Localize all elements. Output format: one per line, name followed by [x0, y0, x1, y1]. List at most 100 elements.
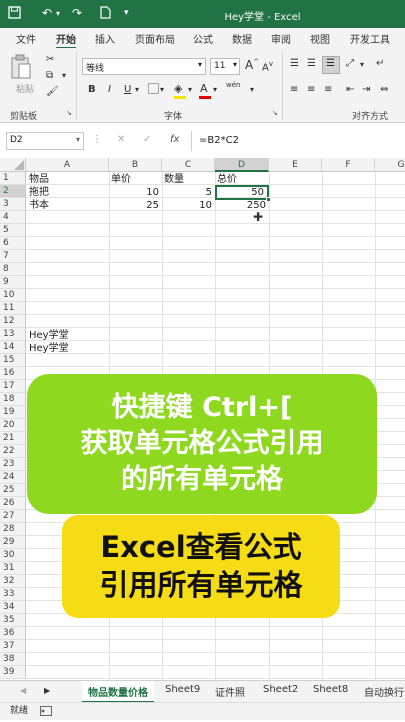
fill-color-icon[interactable]: ◈: [174, 82, 182, 95]
align-right-icon[interactable]: ≡: [324, 84, 332, 95]
sheet-tab[interactable]: 证件照: [215, 684, 245, 699]
row-header-18[interactable]: 18: [0, 393, 26, 406]
sheet-tab[interactable]: Sheet8: [313, 684, 348, 695]
grow-font-icon[interactable]: A^: [245, 58, 259, 72]
column-header-g[interactable]: G: [375, 158, 405, 172]
tab-developer[interactable]: 开发工具: [350, 31, 390, 46]
tab-formulas[interactable]: 公式: [193, 31, 213, 46]
row-header-15[interactable]: 15: [0, 354, 26, 367]
italic-button[interactable]: I: [108, 84, 111, 95]
cell-c1[interactable]: 数量: [164, 173, 184, 186]
row-header-36[interactable]: 36: [0, 627, 26, 640]
align-center-icon[interactable]: ≡: [307, 84, 315, 95]
tab-file[interactable]: 文件: [16, 31, 36, 46]
row-header-20[interactable]: 20: [0, 419, 26, 432]
row-header-6[interactable]: 6: [0, 237, 26, 250]
orientation-icon[interactable]: ⤢: [346, 58, 354, 69]
tab-view[interactable]: 视图: [310, 31, 330, 46]
row-header-34[interactable]: 34: [0, 601, 26, 614]
cell-a13[interactable]: Hey学堂: [29, 342, 69, 355]
merge-center-icon[interactable]: ⇔: [380, 84, 388, 95]
column-header-d[interactable]: D: [215, 158, 269, 172]
column-header-f[interactable]: F: [322, 158, 375, 172]
scroll-left-icon[interactable]: ◀: [20, 686, 26, 695]
cancel-icon[interactable]: ✕: [117, 134, 125, 145]
insert-function-icon[interactable]: fx: [170, 134, 179, 145]
row-header-32[interactable]: 32: [0, 575, 26, 588]
shrink-font-icon[interactable]: Av: [262, 60, 273, 73]
border-icon[interactable]: [148, 83, 159, 97]
sheet-tab[interactable]: Sheet2: [263, 684, 298, 695]
column-header-c[interactable]: C: [162, 158, 215, 172]
row-header-27[interactable]: 27: [0, 510, 26, 523]
row-header-1[interactable]: 1: [0, 172, 26, 185]
align-middle-icon[interactable]: ☰: [307, 58, 316, 69]
row-header-37[interactable]: 37: [0, 640, 26, 653]
underline-button[interactable]: U: [124, 84, 131, 95]
paste-icon[interactable]: [10, 54, 32, 83]
row-header-29[interactable]: 29: [0, 536, 26, 549]
row-header-21[interactable]: 21: [0, 432, 26, 445]
cell-a1[interactable]: 物品: [29, 173, 49, 186]
tab-home[interactable]: 开始: [56, 31, 76, 49]
row-header-2[interactable]: 2: [0, 185, 26, 198]
tab-data[interactable]: 数据: [232, 31, 252, 46]
copy-dropdown-icon[interactable]: ▾: [62, 71, 66, 80]
row-header-13[interactable]: 13: [0, 328, 26, 341]
phonetic-icon[interactable]: wén: [226, 81, 240, 89]
align-top-icon[interactable]: ☰: [290, 58, 299, 69]
wrap-text-icon[interactable]: ↵: [376, 58, 384, 69]
fill-color-dropdown-icon[interactable]: ▾: [188, 85, 192, 94]
row-header-31[interactable]: 31: [0, 562, 26, 575]
tab-insert[interactable]: 插入: [95, 31, 115, 46]
row-header-19[interactable]: 19: [0, 406, 26, 419]
row-header-33[interactable]: 33: [0, 588, 26, 601]
align-left-icon[interactable]: ≡: [290, 84, 298, 95]
font-name-select[interactable]: 等线 ▾: [82, 58, 206, 75]
row-header-17[interactable]: 17: [0, 380, 26, 393]
column-header-e[interactable]: E: [269, 158, 322, 172]
row-header-14[interactable]: 14: [0, 341, 26, 354]
tab-page-layout[interactable]: 页面布局: [135, 31, 175, 46]
select-all-corner[interactable]: [0, 158, 26, 172]
row-header-23[interactable]: 23: [0, 458, 26, 471]
align-bottom-button[interactable]: ☰: [322, 56, 340, 74]
name-box[interactable]: D2 ▾: [6, 132, 84, 150]
row-header-25[interactable]: 25: [0, 484, 26, 497]
row-header-16[interactable]: 16: [0, 367, 26, 380]
cell-a3[interactable]: 书本: [29, 199, 49, 212]
cell-b1[interactable]: 单价: [111, 173, 131, 186]
cell-b2[interactable]: 10: [109, 186, 162, 199]
formula-input[interactable]: =B2*C2: [199, 135, 239, 146]
format-painter-icon[interactable]: 🖌: [46, 86, 59, 97]
row-header-30[interactable]: 30: [0, 549, 26, 562]
cell-a2[interactable]: 拖把: [29, 186, 49, 199]
cell-d2-selected[interactable]: 50: [215, 185, 269, 200]
row-header-35[interactable]: 35: [0, 614, 26, 627]
cell-c2[interactable]: 5: [162, 186, 215, 199]
column-header-a[interactable]: A: [26, 158, 109, 172]
tab-review[interactable]: 审阅: [271, 31, 291, 46]
sheet-tab[interactable]: 自动换行: [364, 684, 404, 699]
row-header-26[interactable]: 26: [0, 497, 26, 510]
row-header-11[interactable]: 11: [0, 302, 26, 315]
row-header-28[interactable]: 28: [0, 523, 26, 536]
sheet-tab-active[interactable]: 物品数量价格: [82, 681, 154, 703]
column-header-b[interactable]: B: [109, 158, 162, 172]
confirm-icon[interactable]: ✓: [143, 134, 151, 145]
row-header-10[interactable]: 10: [0, 289, 26, 302]
copy-icon[interactable]: ⧉: [46, 70, 53, 81]
cut-icon[interactable]: ✂: [46, 54, 54, 65]
bold-button[interactable]: B: [88, 84, 96, 95]
font-size-select[interactable]: 11 ▾: [210, 58, 240, 75]
row-header-4[interactable]: 4: [0, 211, 26, 224]
decrease-indent-icon[interactable]: ⇤: [346, 84, 354, 95]
phonetic-dropdown-icon[interactable]: ▾: [250, 85, 254, 94]
cell-b3[interactable]: 25: [109, 199, 162, 212]
scroll-right-icon[interactable]: ▶: [44, 686, 50, 695]
orientation-dropdown-icon[interactable]: ▾: [360, 60, 364, 69]
row-header-38[interactable]: 38: [0, 653, 26, 666]
underline-dropdown-icon[interactable]: ▾: [135, 85, 139, 94]
font-launcher-icon[interactable]: ↘: [272, 109, 278, 117]
row-header-39[interactable]: 39: [0, 666, 26, 679]
